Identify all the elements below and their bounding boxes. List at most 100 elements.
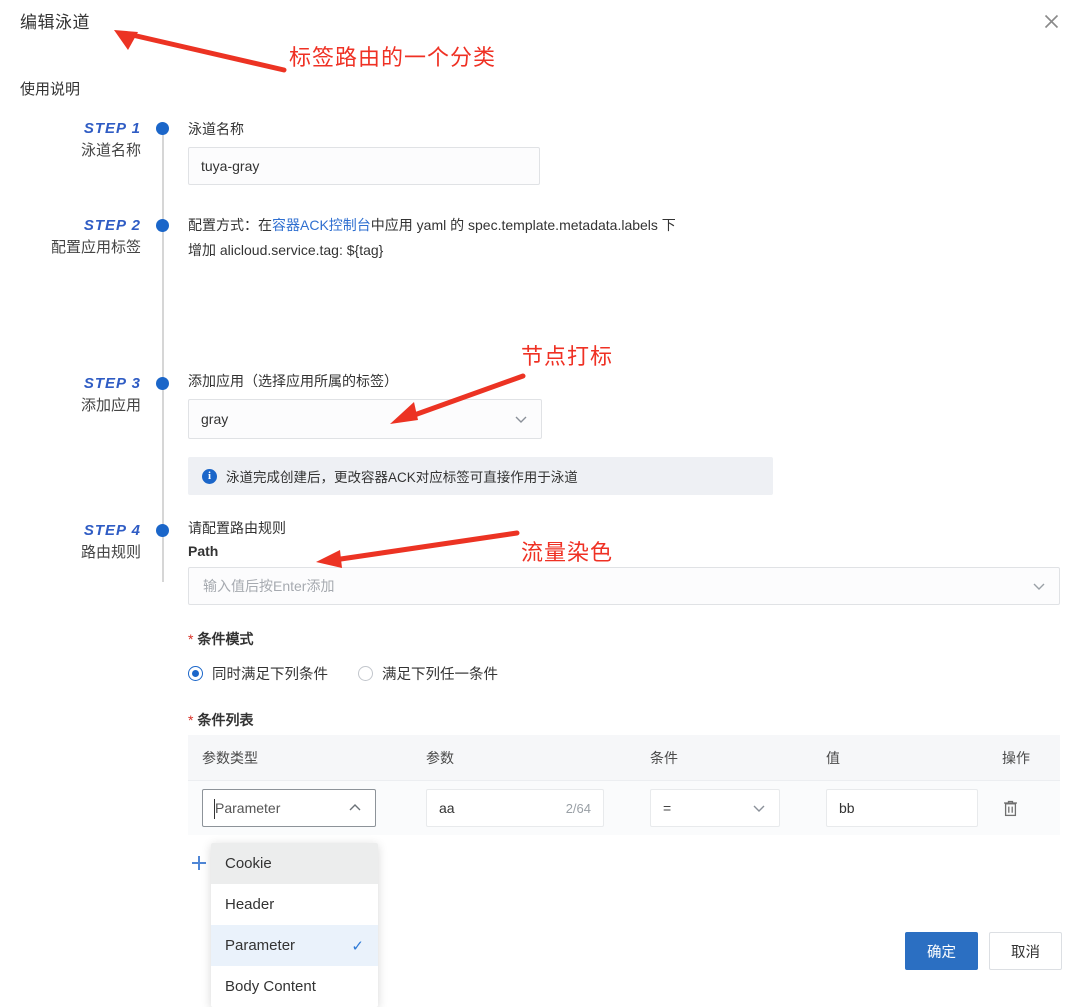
radio-unselected-icon bbox=[358, 666, 373, 681]
annotation-node-tagging: 节点打标 bbox=[521, 344, 614, 369]
table-row: Parameter aa 2/64 = bb bbox=[188, 781, 1060, 835]
label-config-description: 配置方式：在容器ACK控制台中应用 yaml 的 spec.template.m… bbox=[188, 213, 768, 263]
param-input-counter: 2/64 bbox=[565, 800, 591, 816]
radio-all-conditions-label: 同时满足下列条件 bbox=[212, 667, 328, 683]
swimlane-name-input[interactable]: tuya-gray bbox=[188, 147, 540, 185]
application-tag-select[interactable]: gray bbox=[188, 399, 542, 439]
usage-note-label: 使用说明 bbox=[20, 81, 81, 98]
param-type-select[interactable]: Parameter bbox=[202, 789, 376, 827]
required-star: * bbox=[188, 631, 194, 647]
step-2-number: STEP 2 bbox=[83, 217, 141, 234]
step-1-name: 泳道名称 bbox=[80, 142, 141, 159]
trash-icon[interactable] bbox=[1002, 799, 1060, 817]
cell-value: bb bbox=[812, 789, 988, 827]
step-connector-1-2 bbox=[161, 134, 164, 228]
desc-line-2: 增加 alicloud.service.tag: ${tag} bbox=[188, 242, 384, 258]
param-input-value: aa bbox=[439, 800, 455, 816]
dropdown-item-parameter[interactable]: Parameter ✓ bbox=[211, 925, 378, 966]
required-star: * bbox=[188, 712, 194, 728]
step-1-left: STEP 1 泳道名称 bbox=[0, 120, 145, 164]
step-2-name: 配置应用标签 bbox=[50, 239, 141, 256]
text-cursor bbox=[214, 799, 215, 819]
condition-mode-label-text: 条件模式 bbox=[197, 631, 254, 647]
step-connector-3-4 bbox=[161, 378, 164, 526]
step-4-dot bbox=[156, 524, 169, 537]
condition-mode-radios: 同时满足下列条件 满足下列任一条件 bbox=[188, 663, 1060, 684]
step-3-body: 添加应用（选择应用所属的标签） gray i 泳道完成创建后，更改容器ACK对应… bbox=[188, 371, 773, 495]
ack-console-link[interactable]: 容器ACK控制台 bbox=[272, 217, 371, 233]
path-label: Path bbox=[188, 543, 219, 559]
param-type-dropdown-menu[interactable]: Cookie Header Parameter ✓ Body Content bbox=[211, 843, 378, 1007]
dropdown-item-body-content[interactable]: Body Content bbox=[211, 966, 378, 1007]
cancel-button[interactable]: 取消 bbox=[989, 932, 1062, 970]
cell-condition: = bbox=[636, 789, 812, 827]
condition-list-label: * 条件列表 bbox=[188, 710, 1060, 730]
radio-any-condition-label: 满足下列任一条件 bbox=[382, 667, 498, 683]
dropdown-item-parameter-label: Parameter bbox=[225, 937, 296, 954]
step-2-body: 配置方式：在容器ACK控制台中应用 yaml 的 spec.template.m… bbox=[188, 213, 768, 263]
condition-list-label-text: 条件列表 bbox=[197, 712, 254, 728]
cell-param-type: Parameter bbox=[188, 789, 412, 827]
info-banner-text: 泳道完成创建后，更改容器ACK对应标签可直接作用于泳道 bbox=[226, 470, 578, 485]
column-header-condition: 条件 bbox=[650, 749, 678, 766]
dropdown-item-cookie-label: Cookie bbox=[225, 855, 272, 872]
dropdown-item-header-label: Header bbox=[225, 896, 275, 913]
step-1-number: STEP 1 bbox=[83, 120, 141, 137]
dropdown-item-cookie[interactable]: Cookie bbox=[211, 843, 378, 884]
footer-actions: 确定 取消 bbox=[905, 932, 1062, 970]
desc-mid: 中应用 yaml 的 spec.template.metadata.labels… bbox=[370, 217, 676, 233]
dropdown-item-body-content-label: Body Content bbox=[225, 978, 316, 995]
add-condition-button[interactable] bbox=[188, 852, 210, 874]
step-4-left: STEP 4 路由规则 bbox=[0, 522, 145, 566]
operator-value: = bbox=[663, 800, 672, 816]
radio-selected-icon bbox=[188, 666, 203, 681]
condition-mode-group: * 条件模式 同时满足下列条件 满足下列任一条件 bbox=[188, 629, 1060, 684]
step-3-dot bbox=[156, 377, 169, 390]
value-input[interactable]: bb bbox=[826, 789, 978, 827]
cell-action bbox=[988, 799, 1060, 817]
application-tag-value: gray bbox=[201, 411, 229, 427]
column-header-value: 值 bbox=[826, 749, 840, 766]
step-2-left: STEP 2 配置应用标签 bbox=[0, 217, 145, 261]
page-title: 编辑泳道 bbox=[20, 13, 90, 32]
step-3-left: STEP 3 添加应用 bbox=[0, 375, 145, 419]
path-input[interactable]: 输入值后按Enter添加 bbox=[188, 567, 1060, 605]
radio-all-conditions[interactable]: 同时满足下列条件 bbox=[188, 663, 328, 684]
annotation-traffic-coloring: 流量染色 bbox=[521, 540, 614, 565]
annotation-label-routing-category: 标签路由的一个分类 bbox=[289, 45, 497, 70]
info-banner: i 泳道完成创建后，更改容器ACK对应标签可直接作用于泳道 bbox=[188, 457, 773, 495]
step-4-name: 路由规则 bbox=[80, 544, 141, 561]
plus-icon bbox=[192, 856, 206, 870]
column-header-param: 参数 bbox=[426, 749, 454, 766]
chevron-down-icon bbox=[1031, 578, 1047, 594]
annotation-arrow-1 bbox=[114, 30, 287, 73]
param-input[interactable]: aa 2/64 bbox=[426, 789, 604, 827]
column-header-action: 操作 bbox=[1002, 749, 1030, 766]
cell-param: aa 2/64 bbox=[412, 789, 636, 827]
step-4-body: 请配置路由规则 Path 输入值后按Enter添加 * 条件模式 同时满足下列条件 bbox=[188, 518, 1060, 730]
condition-mode-label: * 条件模式 bbox=[188, 629, 1060, 649]
desc-prefix: 配置方式：在 bbox=[188, 217, 272, 233]
info-circle-icon: i bbox=[202, 468, 217, 484]
operator-select[interactable]: = bbox=[650, 789, 780, 827]
radio-any-condition[interactable]: 满足下列任一条件 bbox=[358, 663, 498, 684]
dropdown-item-header[interactable]: Header bbox=[211, 884, 378, 925]
step-3-number: STEP 3 bbox=[83, 375, 141, 392]
chevron-down-icon bbox=[513, 411, 529, 427]
step-3-name: 添加应用 bbox=[80, 397, 141, 414]
step-connector-2-3 bbox=[161, 228, 164, 378]
add-application-label: 添加应用（选择应用所属的标签） bbox=[188, 373, 398, 389]
route-rule-label: 请配置路由规则 bbox=[188, 520, 286, 536]
step-1-body: 泳道名称 tuya-gray bbox=[188, 119, 540, 185]
column-header-param-type: 参数类型 bbox=[202, 749, 258, 766]
confirm-button[interactable]: 确定 bbox=[905, 932, 978, 970]
condition-table: 参数类型 参数 条件 值 操作 Parameter aa 2/64 = bb bbox=[188, 735, 1060, 835]
step-1-dot bbox=[156, 122, 169, 135]
close-icon[interactable] bbox=[1038, 8, 1064, 34]
step-2-dot bbox=[156, 219, 169, 232]
param-type-value: Parameter bbox=[215, 800, 281, 816]
swimlane-name-label: 泳道名称 bbox=[188, 121, 244, 137]
check-icon: ✓ bbox=[351, 937, 364, 955]
condition-table-header: 参数类型 参数 条件 值 操作 bbox=[188, 735, 1060, 781]
path-input-placeholder: 输入值后按Enter添加 bbox=[203, 578, 335, 594]
